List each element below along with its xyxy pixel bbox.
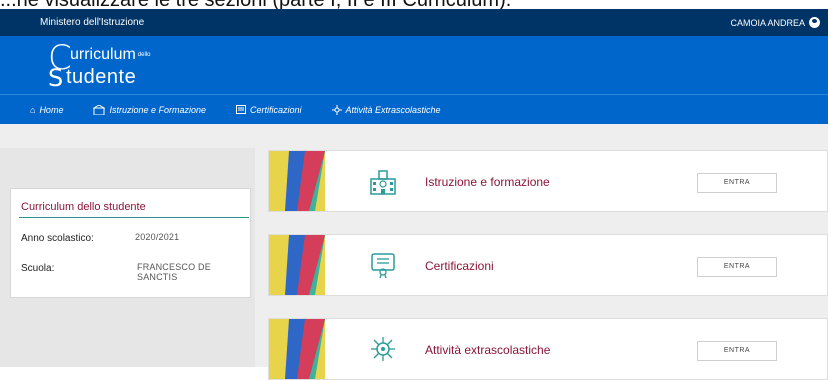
main-nav: ⌂ Home Istruzione e Formazione Certifica…	[0, 94, 828, 124]
entra-button[interactable]: ENTRA	[697, 341, 777, 361]
section-title: Attività extrascolastiche	[425, 343, 551, 357]
curriculum-logo[interactable]: C urriculum dello S tudente	[48, 40, 198, 92]
nav-home[interactable]: ⌂ Home	[30, 105, 63, 115]
section-attivita-extrascolastiche: Attività extrascolastiche ENTRA	[268, 318, 828, 380]
page-caption: ...ne visualizzare le tre sezioni (parte…	[0, 0, 828, 9]
school-building-icon	[93, 104, 106, 115]
entra-button[interactable]: ENTRA	[697, 173, 777, 193]
certificate-icon	[236, 104, 246, 114]
scuola-label: Scuola:	[21, 263, 55, 274]
ministry-top-bar: Ministero dell'Istruzione CAMOIA ANDREA	[0, 9, 828, 36]
activities-icon	[371, 337, 395, 361]
nav-attivita-extrascolastiche[interactable]: Attività Extrascolastiche	[331, 104, 441, 115]
student-info-card: Curriculum dello studente Anno scolastic…	[10, 188, 251, 298]
activities-icon	[331, 104, 342, 115]
user-name: CAMOIA ANDREA	[730, 17, 805, 28]
user-menu[interactable]: CAMOIA ANDREA	[730, 17, 820, 28]
section-title: Certificazioni	[425, 259, 494, 273]
entra-button[interactable]: ENTRA	[697, 257, 777, 277]
brand-header: C urriculum dello S tudente	[0, 36, 828, 94]
card-title: Curriculum dello studente	[21, 201, 146, 213]
decorative-stripe	[269, 319, 325, 379]
home-icon: ⌂	[30, 104, 36, 115]
scuola-value: FRANCESCO DE SANCTIS	[137, 262, 211, 282]
certificate-icon	[371, 253, 395, 279]
anno-value: 2020/2021	[135, 232, 180, 242]
card-divider	[19, 217, 249, 218]
decorative-stripe	[269, 235, 325, 295]
section-title: Istruzione e formazione	[425, 175, 550, 189]
user-icon	[809, 17, 820, 28]
nav-istruzione-formazione[interactable]: Istruzione e Formazione	[93, 104, 206, 115]
school-building-icon	[370, 170, 396, 195]
ministry-name[interactable]: Ministero dell'Istruzione	[40, 17, 144, 28]
nav-certificazioni[interactable]: Certificazioni	[236, 104, 302, 115]
section-istruzione-formazione: Istruzione e formazione ENTRA	[268, 150, 828, 212]
anno-label: Anno scolastico:	[21, 233, 94, 244]
section-certificazioni: Certificazioni ENTRA	[268, 234, 828, 296]
decorative-stripe	[269, 151, 325, 211]
